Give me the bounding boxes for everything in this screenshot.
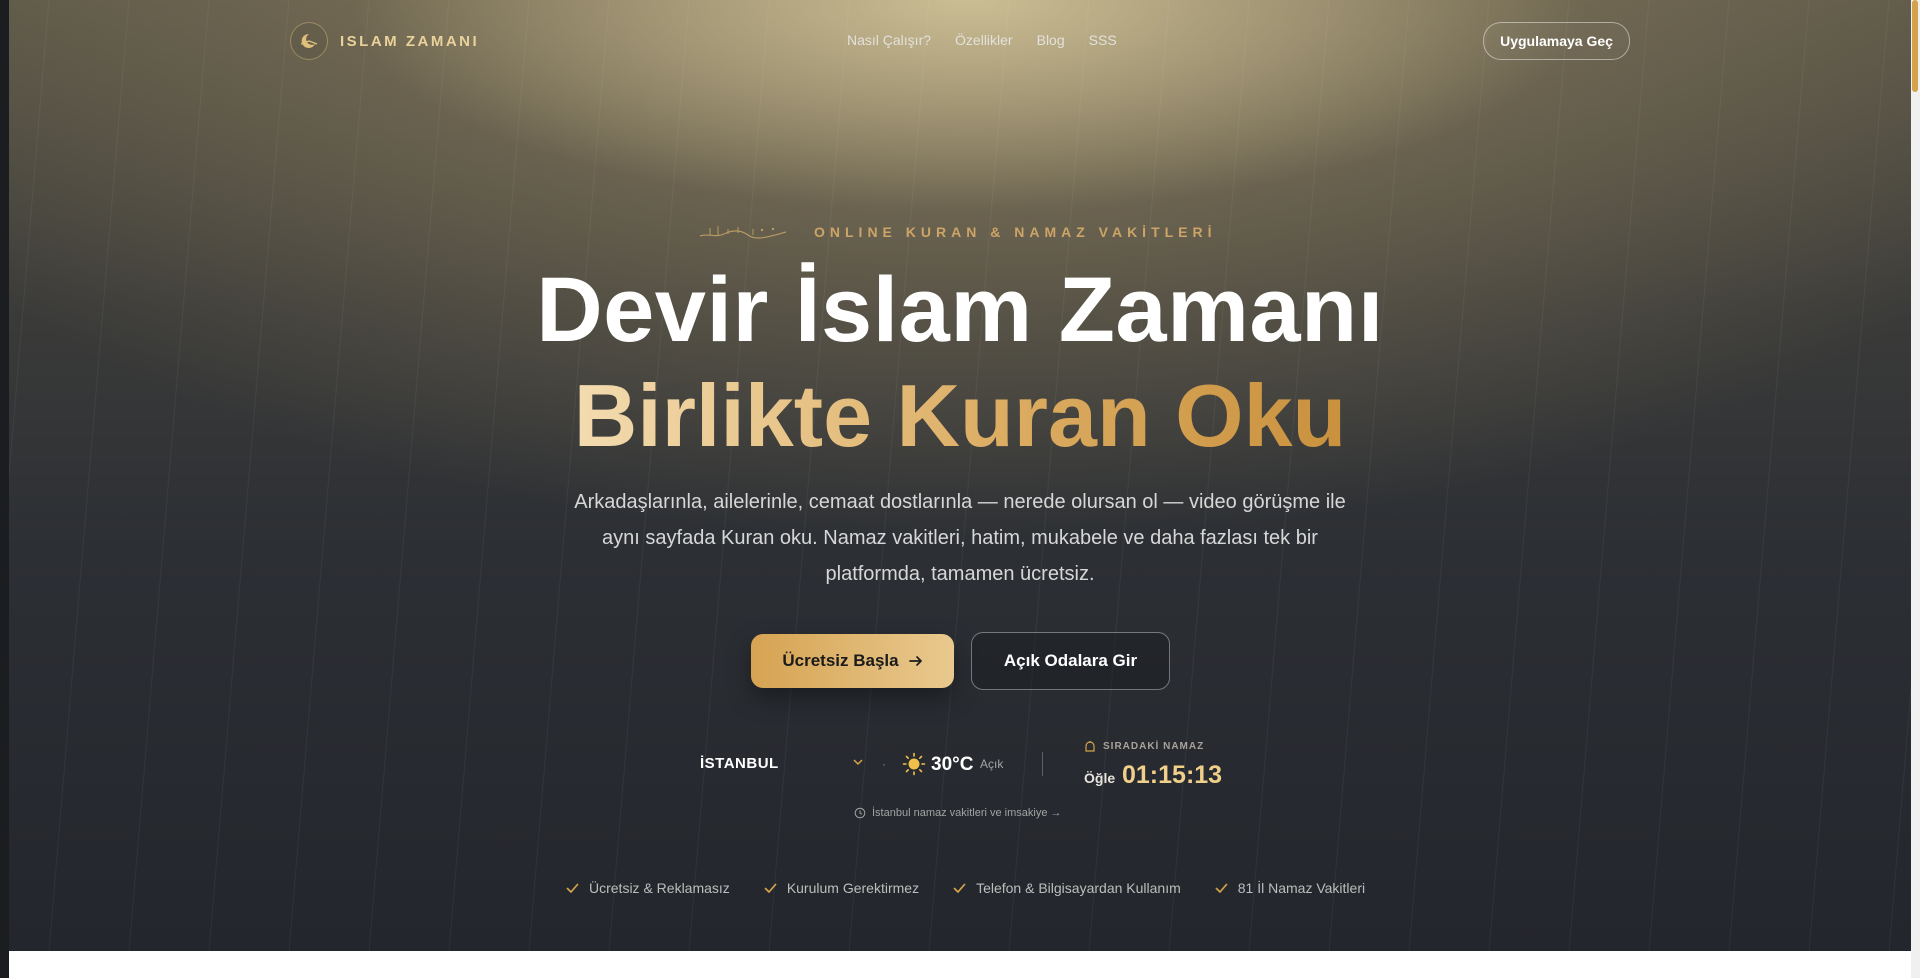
- crescent-emblem-icon: [290, 22, 328, 60]
- nav-link-features[interactable]: Özellikler: [955, 32, 1013, 48]
- feature-item: 81 İl Namaz Vakitleri: [1215, 880, 1365, 896]
- check-icon: [1215, 883, 1228, 893]
- brand-logo-link[interactable]: ISLAM ZAMANI: [290, 22, 479, 60]
- scrollbar-track[interactable]: [1911, 0, 1920, 978]
- open-rooms-button[interactable]: Açık Odalara Gir: [971, 632, 1170, 690]
- next-section-edge: [9, 951, 1911, 978]
- sun-icon: [902, 752, 926, 776]
- imsakiye-link[interactable]: İstanbul namaz vakitleri ve imsakiye →: [854, 807, 1062, 819]
- clock-icon: [854, 807, 866, 819]
- calligraphy-basmala-icon: [699, 226, 787, 239]
- check-icon: [953, 883, 966, 893]
- hero-subtitle-text: Birlikte Kuran Oku: [573, 366, 1347, 465]
- scrollbar-thumb[interactable]: [1912, 0, 1918, 92]
- next-prayer-name: Öğle: [1084, 770, 1116, 786]
- hero-eyebrow-text: ONLINE KURAN & NAMAZ VAKİTLERİ: [814, 224, 1217, 240]
- feature-label: 81 İl Namaz Vakitleri: [1237, 880, 1366, 896]
- imsakiye-link-text: İstanbul namaz vakitleri ve imsakiye →: [872, 807, 1062, 819]
- feature-item: Kurulum Gerektirmez: [764, 880, 919, 896]
- start-free-label: Ücretsiz Başla: [782, 651, 899, 670]
- nav-link-faq[interactable]: SSS: [1089, 32, 1117, 48]
- next-prayer-label-text: SIRADAKİ NAMAZ: [1103, 740, 1205, 752]
- main-nav: Nasıl Çalışır? Özellikler Blog SSS: [847, 32, 1117, 48]
- feature-label: Kurulum Gerektirmez: [786, 880, 920, 896]
- next-prayer-label: SIRADAKİ NAMAZ: [1084, 740, 1204, 752]
- separator-dot: ·: [882, 757, 886, 771]
- hero-subtitle: Birlikte Kuran Oku: [0, 366, 1920, 466]
- arrow-right-icon: [908, 656, 922, 666]
- check-icon: [764, 883, 777, 893]
- go-to-app-button[interactable]: Uygulamaya Geç: [1483, 22, 1630, 60]
- mosque-icon: [1085, 741, 1095, 752]
- city-select[interactable]: İSTANBUL: [700, 755, 779, 772]
- start-free-button[interactable]: Ücretsiz Başla: [751, 634, 954, 688]
- feature-item: Telefon & Bilgisayardan Kullanım: [953, 880, 1181, 896]
- hero-description: Arkadaşlarınla, ailelerinle, cemaat dost…: [574, 491, 1346, 585]
- chevron-down-icon[interactable]: [852, 756, 864, 768]
- check-icon: [566, 883, 579, 893]
- feature-label: Telefon & Bilgisayardan Kullanım: [976, 880, 1181, 896]
- temperature: 30°C: [931, 754, 974, 775]
- weather-condition: Açık: [980, 757, 1004, 771]
- feature-label: Ücretsiz & Reklamasız: [589, 880, 730, 896]
- feature-list: Ücretsiz & Reklamasız Kurulum Gerektirme…: [566, 880, 1365, 896]
- brand-name: ISLAM ZAMANI: [340, 32, 480, 50]
- nav-link-blog[interactable]: Blog: [1037, 32, 1065, 48]
- hero-title: Devir İslam Zamanı: [536, 259, 1384, 361]
- left-window-edge: [0, 0, 9, 978]
- nav-link-how-it-works[interactable]: Nasıl Çalışır?: [847, 32, 931, 48]
- hero-eyebrow: ONLINE KURAN & NAMAZ VAKİTLERİ: [698, 223, 1217, 241]
- feature-item: Ücretsiz & Reklamasız: [566, 880, 730, 896]
- prayer-countdown: 01:15:13: [1122, 761, 1223, 789]
- widget-divider: [1042, 752, 1043, 776]
